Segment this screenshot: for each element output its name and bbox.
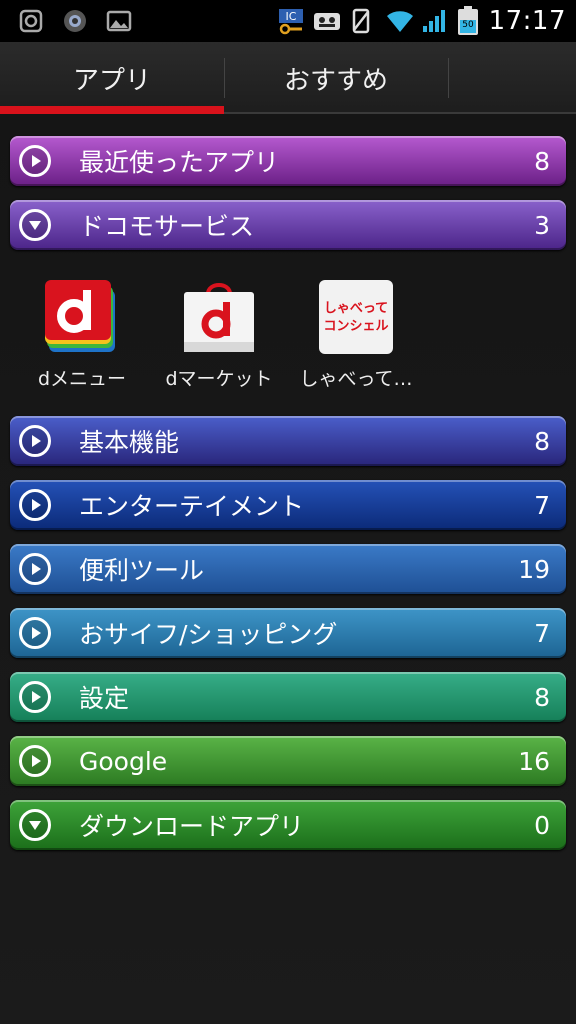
clock: 17:17 [488,6,566,36]
wifi-icon [385,8,413,34]
category-count: 7 [534,618,550,648]
category-row[interactable]: ドコモサービス 3 [10,200,566,250]
expand-arrow-icon[interactable] [19,681,51,713]
category-row[interactable]: 最近使ったアプリ 8 [10,136,566,186]
app-name: しゃべって… [299,368,413,390]
alarm-icon [18,8,44,34]
docomo-apps-grid: dメニュー dマーケット しゃべって コンシェル しゃべって… [0,280,576,410]
svg-text:50: 50 [462,20,474,30]
app-name: dメニュー [37,368,127,390]
category-label: 設定 [79,684,130,713]
battery-icon: 50 [457,6,479,36]
svg-text:IC: IC [285,10,296,23]
category-count: 7 [534,490,550,520]
tab-divider [448,58,449,98]
tab-recommended[interactable]: おすすめ [224,42,448,114]
app-d-menu[interactable]: dメニュー [14,280,150,391]
voicemail-icon [313,8,340,34]
d-menu-icon [45,280,119,354]
category-row[interactable]: エンターテイメント 7 [10,480,566,530]
category-label: ダウンロードアプリ [79,812,305,841]
app-d-market[interactable]: dマーケット [151,280,287,391]
tab-bar: アプリ おすすめ [0,42,576,114]
signal-icon [421,8,447,34]
category-row[interactable]: 設定 8 [10,672,566,722]
category-label: おサイフ/ショッピング [79,620,338,649]
shabette-concier-icon: しゃべって コンシェル [319,280,393,354]
svg-text:しゃべって: しゃべって [324,301,388,316]
collapse-arrow-icon[interactable] [19,809,51,841]
tab-selected-indicator [0,106,224,114]
app-name: dマーケット [165,368,273,390]
category-count: 19 [518,554,550,584]
expand-arrow-icon[interactable] [19,553,51,585]
category-count: 8 [534,682,550,712]
collapse-arrow-icon[interactable] [19,209,51,241]
expand-arrow-icon[interactable] [19,745,51,777]
gallery-icon [106,8,132,34]
camera-lens-icon [62,8,88,34]
category-row[interactable]: おサイフ/ショッピング 7 [10,608,566,658]
d-market-icon [182,280,256,354]
category-label: 便利ツール [79,556,205,585]
category-row[interactable]: Google 16 [10,736,566,786]
tab-apps[interactable]: アプリ [0,42,224,114]
app-shabette-concier[interactable]: しゃべって コンシェル しゃべって… [288,280,424,391]
status-bar: IC 50 17:17 [0,0,576,42]
expand-arrow-icon[interactable] [19,489,51,521]
category-count: 0 [534,810,550,840]
category-label: 基本機能 [79,428,180,457]
category-count: 8 [534,426,550,456]
expand-arrow-icon[interactable] [19,617,51,649]
category-label: 最近使ったアプリ [79,148,280,177]
ic-lock-icon: IC [277,8,303,35]
category-label: エンターテイメント [79,492,305,521]
expand-arrow-icon[interactable] [19,425,51,457]
category-count: 16 [518,746,550,776]
expand-arrow-icon[interactable] [19,145,51,177]
silent-mode-icon [349,8,375,34]
category-label: Google [79,746,168,776]
category-row[interactable]: 基本機能 8 [10,416,566,466]
category-label: ドコモサービス [79,212,255,241]
category-count: 3 [534,210,550,240]
category-row[interactable]: 便利ツール 19 [10,544,566,594]
category-row[interactable]: ダウンロードアプリ 0 [10,800,566,850]
svg-text:コンシェル: コンシェル [323,319,388,334]
category-count: 8 [534,146,550,176]
